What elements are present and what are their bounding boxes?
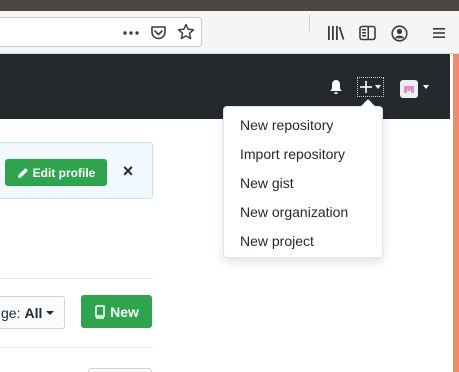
edit-profile-label: Edit profile <box>32 165 96 180</box>
menu-item-new-gist[interactable]: New gist <box>224 169 382 198</box>
menu-item-new-project[interactable]: New project <box>224 227 382 256</box>
notification-bell-icon[interactable] <box>328 79 344 95</box>
menu-item-new-repository[interactable]: New repository <box>224 111 382 140</box>
plus-icon <box>360 81 372 93</box>
close-icon[interactable]: × <box>121 161 135 181</box>
menu-item-new-organization[interactable]: New organization <box>224 198 382 227</box>
caret-down-icon <box>46 310 55 315</box>
create-new-dropdown: New repository Import repository New gis… <box>223 99 383 258</box>
bookmark-star-icon[interactable] <box>177 23 195 41</box>
menu-item-import-repository[interactable]: Import repository <box>224 140 382 169</box>
url-bar[interactable] <box>0 17 202 47</box>
sidebar-icon[interactable] <box>358 24 376 42</box>
language-filter-value: All <box>24 304 43 321</box>
edit-profile-button[interactable]: Edit profile <box>5 159 107 186</box>
divider <box>0 278 153 279</box>
account-icon[interactable] <box>390 24 408 42</box>
pencil-icon <box>17 167 29 179</box>
new-repository-button[interactable]: New <box>81 295 152 328</box>
create-new-menu-button[interactable] <box>357 77 384 97</box>
more-dots-icon[interactable] <box>122 24 140 42</box>
library-icon[interactable] <box>327 24 345 42</box>
window-frame-top <box>0 0 459 11</box>
toolbar-separator <box>309 15 310 31</box>
new-button-label: New <box>110 303 139 320</box>
hamburger-menu-icon[interactable] <box>430 24 448 42</box>
avatar[interactable] <box>400 80 418 98</box>
language-filter-button[interactable]: ge: All <box>0 296 65 329</box>
pocket-icon[interactable] <box>149 24 167 42</box>
divider <box>0 347 153 348</box>
partial-button[interactable] <box>88 368 152 372</box>
language-filter-prefix: ge: <box>1 304 21 321</box>
avatar-caret-icon[interactable] <box>422 84 430 90</box>
right-edge <box>450 54 459 372</box>
repo-icon <box>94 304 105 319</box>
caret-down-icon <box>375 85 381 89</box>
